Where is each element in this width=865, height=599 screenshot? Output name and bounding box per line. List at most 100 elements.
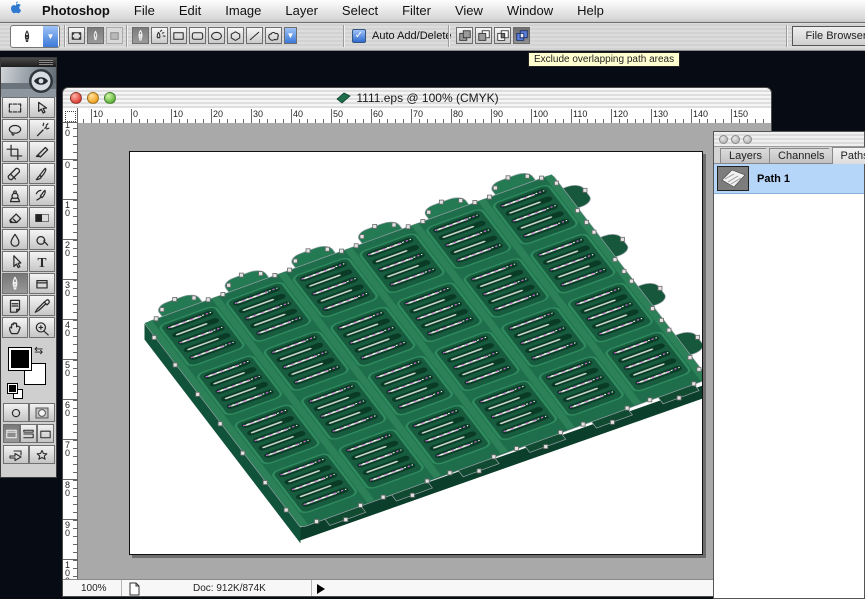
line-tool-button[interactable] (246, 27, 263, 44)
freeform-pen-tool-button[interactable] (151, 27, 168, 44)
tool-brush-icon[interactable] (29, 163, 55, 184)
pallet-photo-with-path[interactable] (130, 152, 702, 554)
rounded-rect-tool-button[interactable] (189, 27, 206, 44)
v-ruler-label: 7 0 (65, 441, 70, 457)
palette-close-button[interactable] (719, 135, 728, 144)
h-ruler-label: 140 (693, 109, 708, 119)
ctl-fullscreen-icon[interactable] (37, 424, 54, 443)
tool-lasso-icon[interactable] (2, 119, 28, 140)
ctl-standard-mode-icon[interactable] (3, 403, 29, 422)
ctl-imageready-icon[interactable] (29, 445, 55, 464)
menu-item-layer[interactable]: Layer (273, 0, 330, 22)
subtract-path-area-button[interactable] (475, 27, 492, 44)
tool-blur-icon[interactable] (2, 229, 28, 250)
default-colors-icon[interactable] (7, 383, 18, 394)
tool-slice-icon[interactable] (29, 141, 55, 162)
canvas[interactable] (129, 151, 703, 555)
menu-item-edit[interactable]: Edit (167, 0, 213, 22)
tool-type-icon[interactable]: T (29, 251, 55, 272)
checkbox-checked-icon[interactable]: ✓ (352, 29, 366, 43)
tool-grid: T (1, 97, 56, 339)
chevron-down-icon[interactable]: ▼ (284, 27, 297, 44)
ctl-quick-mask-icon[interactable] (29, 403, 55, 422)
palette-tabs: LayersChannelsPaths (714, 147, 864, 164)
menu-item-help[interactable]: Help (565, 0, 616, 22)
h-ruler-label: 100 (533, 109, 548, 119)
menu-item-select[interactable]: Select (330, 0, 390, 22)
tool-move-icon[interactable] (29, 97, 55, 118)
intersect-path-area-button[interactable] (494, 27, 511, 44)
h-ruler-label: 0 (133, 109, 138, 119)
palette-titlebar[interactable] (714, 132, 864, 147)
palette-zoom-button[interactable] (743, 135, 752, 144)
h-ruler-label: 20 (213, 109, 223, 119)
menu-item-image[interactable]: Image (213, 0, 273, 22)
tool-history-brush-icon[interactable] (29, 185, 55, 206)
pen-icon (11, 26, 43, 47)
auto-add-delete-checkbox[interactable]: ✓ Auto Add/Delete (352, 29, 452, 43)
add-path-area-button[interactable] (456, 27, 473, 44)
h-ruler-label: 10 (93, 109, 103, 119)
exclude-path-area-button[interactable] (513, 27, 530, 44)
tool-burn-icon[interactable] (29, 229, 55, 250)
fill-pixels-button[interactable] (106, 27, 123, 44)
tool-healing-brush-icon[interactable] (2, 163, 28, 184)
chevron-down-icon[interactable]: ▼ (43, 26, 58, 47)
toolbox-titlebar[interactable] (1, 58, 56, 67)
menu-item-view[interactable]: View (443, 0, 495, 22)
tool-notes-icon[interactable] (2, 295, 28, 316)
ctl-jump-to-imageready-icon[interactable] (3, 445, 29, 464)
h-ruler-label: 120 (613, 109, 628, 119)
doc-size-icon[interactable] (129, 582, 140, 596)
horizontal-ruler[interactable]: 1001020304050607080901001101201301401501… (78, 108, 771, 124)
photoshop-banner-icon[interactable] (1, 67, 56, 97)
path-thumbnail-icon (717, 166, 749, 191)
status-popup-arrow-icon[interactable] (317, 584, 325, 594)
polygon-tool-button[interactable] (227, 27, 244, 44)
apple-logo-icon[interactable] (0, 1, 30, 22)
h-ruler-label: 40 (293, 109, 303, 119)
path-list-item[interactable]: Path 1 (714, 164, 864, 194)
vertical-ruler[interactable]: 1 001 02 03 04 05 06 07 08 09 01 0 0 (63, 123, 78, 579)
palette-tab-paths[interactable]: Paths (832, 147, 865, 164)
tool-path-select-icon[interactable] (2, 251, 28, 272)
menu-item-photoshop[interactable]: Photoshop (30, 0, 122, 22)
ctl-fullscreen-menubar-icon[interactable] (20, 424, 37, 443)
palette-tab-channels[interactable]: Channels (769, 148, 835, 164)
tool-magic-wand-icon[interactable] (29, 119, 55, 140)
custom-shape-tool-button[interactable] (265, 27, 282, 44)
menu-bar: PhotoshopFileEditImageLayerSelectFilterV… (0, 0, 865, 23)
file-browser-button[interactable]: File Browser (792, 26, 865, 46)
tool-zoom-icon[interactable] (29, 317, 55, 338)
tool-shape-icon[interactable] (29, 273, 55, 294)
shape-layers-button[interactable] (68, 27, 85, 44)
tool-eyedropper-icon[interactable] (29, 295, 55, 316)
menu-item-filter[interactable]: Filter (390, 0, 443, 22)
menu-item-window[interactable]: Window (495, 0, 565, 22)
tool-crop-icon[interactable] (2, 141, 28, 162)
menu-item-file[interactable]: File (122, 0, 167, 22)
tool-gradient-icon[interactable] (29, 207, 55, 228)
palette-tab-layers[interactable]: Layers (720, 148, 773, 164)
tool-preset-picker[interactable]: ▼ (10, 25, 60, 48)
tool-rect-marquee-icon[interactable] (2, 97, 28, 118)
rectangle-tool-button[interactable] (170, 27, 187, 44)
tool-eraser-icon[interactable] (2, 207, 28, 228)
tool-hand-icon[interactable] (2, 317, 28, 338)
ellipse-tool-button[interactable] (208, 27, 225, 44)
document-titlebar[interactable]: 1111.eps @ 100% (CMYK) (63, 88, 771, 109)
edit-mode-row (1, 403, 56, 422)
ctl-standard-screen-icon[interactable] (3, 424, 20, 443)
foreground-color-swatch[interactable] (8, 347, 32, 371)
pen-tool-button[interactable] (132, 27, 149, 44)
v-ruler-label: 0 (65, 161, 70, 169)
tool-pen-icon[interactable] (2, 273, 28, 294)
paths-mode-button[interactable] (87, 27, 104, 44)
v-ruler-label: 1 0 (65, 123, 70, 137)
swap-colors-icon[interactable]: ⇆ (34, 344, 43, 357)
palette-minimize-button[interactable] (731, 135, 740, 144)
document-title: 1111.eps @ 100% (CMYK) (63, 88, 771, 108)
ruler-origin-icon[interactable] (63, 108, 78, 123)
tool-clone-stamp-icon[interactable] (2, 185, 28, 206)
zoom-level-field[interactable]: 100% (81, 583, 107, 594)
